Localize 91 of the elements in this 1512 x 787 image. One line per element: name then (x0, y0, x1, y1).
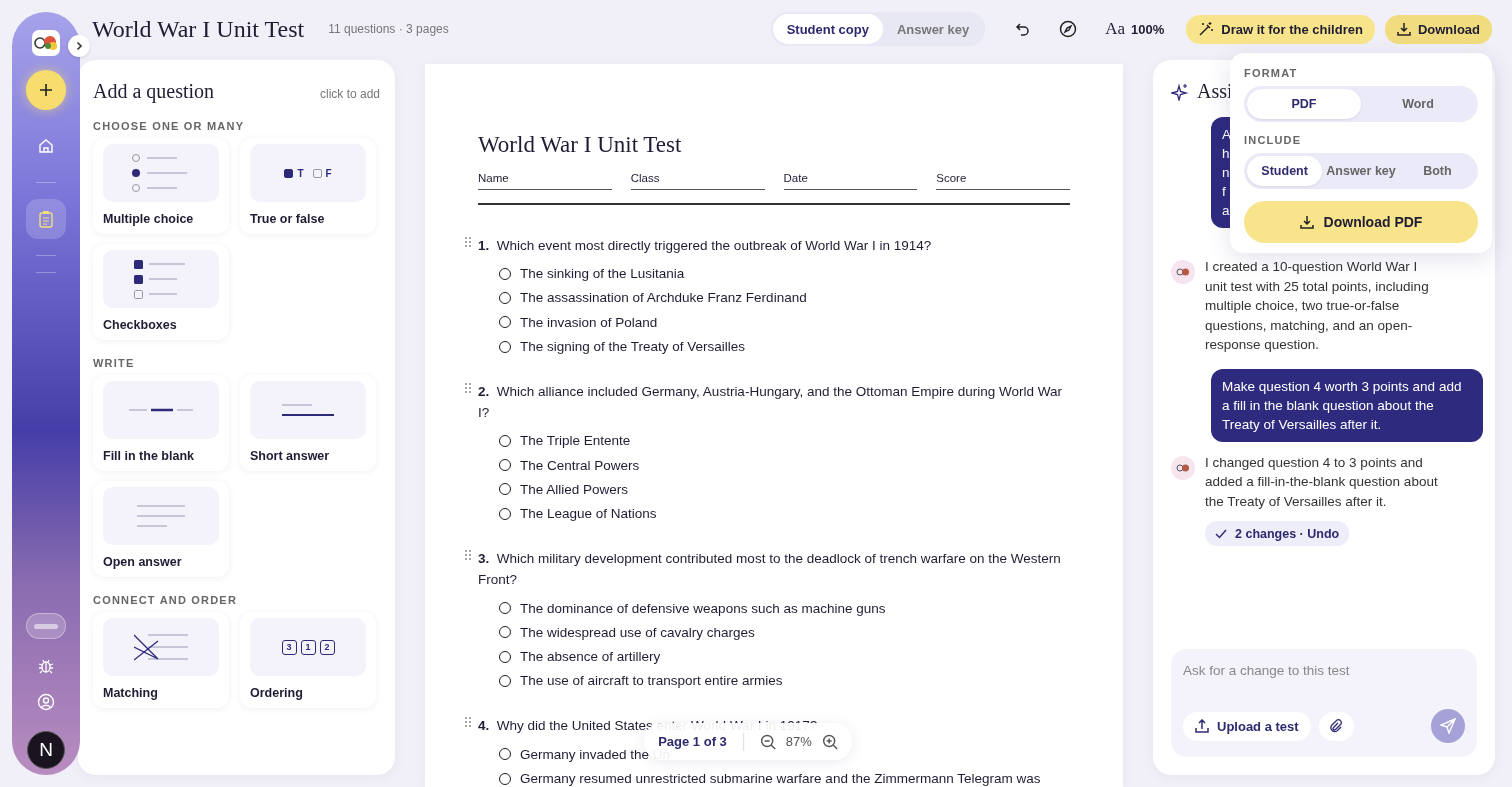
option-text: The League of Nations (520, 506, 657, 522)
toggle-switch[interactable] (26, 613, 66, 639)
assistant-avatar (1171, 455, 1195, 480)
option-text: Germany resumed unrestricted submarine warfare and the Zimmermann Telegram was (520, 771, 1041, 786)
drag-handle-icon[interactable] (465, 717, 471, 728)
panel-hint: click to add (319, 87, 380, 101)
fill-in-line: Class (630, 172, 765, 190)
format-option[interactable]: Word (1361, 89, 1475, 119)
user-message: Make question 4 worth 3 points and add a fill in the blank question about the Treaty of Versailles after it. (1211, 368, 1483, 442)
include-option[interactable]: Student (1247, 156, 1323, 186)
chat-input[interactable]: Ask for a change to this test Upload a test (1171, 649, 1477, 757)
matching-icon (134, 633, 188, 661)
include-heading: INCLUDE (1244, 134, 1303, 146)
question-text: 2. Which alliance included Germany, Austria-Hungary, and the Ottoman Empire during World War I? (478, 382, 1063, 422)
zoom-out-icon[interactable] (759, 733, 776, 750)
fill-in-line: Score (936, 172, 1070, 190)
page-indicator: Page 1 of 3 (658, 734, 727, 749)
question-text: 1. Which event most directly triggered the outbreak of World War I in 1914? (478, 236, 933, 255)
format-option[interactable]: PDF (1247, 89, 1361, 119)
assistant-message: I created a 10-question World War I unit test with 25 total points, including multiple choice, two true-or-false questions, matching, and an open-response question. (1205, 258, 1430, 354)
new-button[interactable] (26, 70, 66, 110)
clipboard-icon[interactable] (26, 199, 66, 239)
download-icon (1299, 215, 1314, 229)
download-pdf-button[interactable]: Download PDF (1244, 201, 1478, 243)
check-icon (1215, 528, 1227, 539)
question-type-card[interactable]: T F True or false (240, 138, 376, 234)
question-type-card[interactable]: Checkboxes (93, 244, 229, 340)
question-type-card[interactable]: Multiple choice (93, 138, 229, 234)
zoom-in-icon[interactable] (821, 733, 838, 750)
option-text: The widespread use of cavalry charges (520, 624, 755, 640)
fill-blank-icon (129, 408, 193, 412)
drag-handle-icon[interactable] (465, 549, 471, 560)
include-option[interactable]: Both (1399, 156, 1475, 186)
option-text: The use of aircraft to transport entire armies (520, 673, 783, 689)
upload-icon (1195, 719, 1209, 733)
document-title: World War I Unit Test (92, 15, 305, 43)
assistant-message: I changed question 4 to 3 points and added a fill-in-the-blank question about the Treaty of Versailles after it. (1205, 453, 1439, 511)
download-icon (1396, 22, 1411, 36)
zoom-level: 87% (785, 734, 812, 749)
sparkle-icon (1171, 82, 1189, 101)
view-tab[interactable]: Answer key (882, 14, 984, 44)
question-text: 3. Which military development contributed most to the deadlock of trench warfare on the Western Front? (478, 549, 1062, 589)
drag-handle-icon[interactable] (465, 236, 471, 247)
user-icon[interactable] (37, 693, 55, 711)
download-button[interactable]: Download (1384, 14, 1492, 44)
paperclip-icon (1329, 719, 1344, 733)
logo-icon (32, 30, 60, 56)
question-type-card[interactable]: Open answer (93, 481, 229, 577)
compass-icon[interactable] (1059, 20, 1078, 38)
option-text: The Central Powers (520, 457, 640, 473)
option-text: The Triple Entente (520, 433, 631, 449)
bug-icon[interactable] (37, 657, 55, 675)
option-text: The invasion of Poland (520, 314, 658, 330)
option-text: The assassination of Archduke Franz Ferdinand (520, 290, 807, 306)
send-icon (1440, 718, 1456, 734)
test-title: World War I Unit Test (478, 132, 683, 158)
text-size-value[interactable]: 100% (1131, 21, 1165, 37)
group-heading: WRITE (93, 357, 136, 369)
fill-in-line: Name (478, 172, 612, 190)
magic-wand-icon (1198, 21, 1215, 37)
draw-button[interactable]: Draw it for the children (1186, 14, 1375, 44)
upload-button[interactable]: Upload a test (1183, 711, 1311, 741)
expand-button[interactable] (68, 35, 90, 57)
undo-changes-button[interactable]: 2 changes · Undo (1205, 521, 1350, 546)
group-heading: CONNECT AND ORDER (93, 594, 239, 606)
undo-icon[interactable] (1015, 21, 1032, 37)
question-type-card[interactable]: Fill in the blank (93, 375, 229, 471)
fill-in-line: Date (783, 172, 918, 190)
chevron-right-icon (74, 41, 84, 51)
option-text: The dominance of defensive weapons such as machine guns (520, 600, 886, 616)
option-text: The sinking of the Lusitania (520, 266, 685, 282)
plus-icon (39, 83, 53, 97)
option-text: The signing of the Treaty of Versailles (520, 339, 746, 355)
include-option[interactable]: Answer key (1322, 156, 1400, 186)
assistant-avatar (1171, 260, 1195, 284)
question-type-card[interactable]: 3 1 2 Ordering (240, 612, 376, 708)
option-text: The Allied Powers (520, 481, 629, 497)
option-text: The absence of artillery (520, 649, 661, 665)
open-answer-icon (137, 504, 185, 528)
short-answer-icon (282, 403, 334, 417)
attach-button[interactable] (1318, 711, 1354, 741)
format-heading: FORMAT (1244, 67, 1299, 79)
panel-title: Add a question (93, 80, 215, 103)
question-type-card[interactable]: Short answer (240, 375, 376, 471)
group-heading: CHOOSE ONE OR MANY (93, 120, 246, 132)
drag-handle-icon[interactable] (465, 382, 471, 393)
text-size-label: Aa (1105, 19, 1126, 39)
view-tab[interactable]: Student copy (772, 14, 883, 44)
document-meta: 11 questions · 3 pages (328, 22, 449, 36)
user-avatar[interactable]: N (27, 731, 65, 769)
question-type-card[interactable]: Matching (93, 612, 229, 708)
